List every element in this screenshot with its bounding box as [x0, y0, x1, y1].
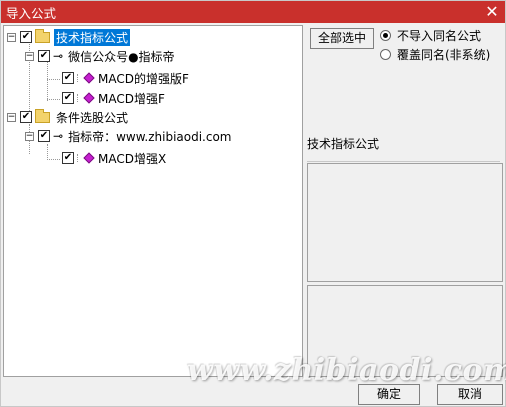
close-icon[interactable]: ✕ — [483, 3, 501, 21]
checkbox[interactable]: ✔ — [62, 92, 74, 104]
ok-button[interactable]: 确定 — [358, 384, 420, 405]
radio-label: 不导入同名公式 — [397, 29, 482, 43]
key-icon: ⊸ — [53, 129, 63, 143]
select-all-button[interactable]: 全部选中 — [310, 28, 374, 49]
radio-label: 覆盖同名(非系统) — [397, 48, 491, 62]
tree-node-formula[interactable]: ✔ MACD增强F — [62, 89, 167, 107]
watermark-text: www.zhibiaodi.com — [187, 353, 506, 388]
tree-node-stock-selection[interactable]: − ✔ 条件选股公式 — [7, 108, 130, 126]
category-text: 技术指标公式 — [307, 137, 380, 151]
tree-connector — [47, 159, 60, 160]
tree-node-formula[interactable]: ✔ MACD增强X — [62, 149, 168, 167]
key-icon: ⊸ — [53, 49, 63, 63]
checkbox[interactable]: ✔ — [20, 111, 32, 123]
formula-category-label: 技术指标公式 — [307, 135, 500, 162]
cancel-button[interactable]: 取消 — [437, 384, 503, 405]
collapse-icon[interactable]: − — [25, 51, 34, 61]
formula-icon — [77, 152, 95, 164]
checkbox[interactable]: ✔ — [62, 152, 74, 164]
tree-node-label: MACD增强X — [98, 151, 167, 166]
collapse-icon[interactable]: − — [7, 112, 16, 122]
folder-icon — [35, 28, 50, 43]
radio-overwrite[interactable]: 覆盖同名(非系统) — [380, 46, 490, 63]
radio-button[interactable] — [380, 49, 391, 60]
dialog-title: 导入公式 — [6, 5, 57, 21]
formula-icon — [77, 72, 95, 84]
formula-tree[interactable]: − ✔ 技术指标公式 − ✔ ⊸ 微信公众号●指标帝 ✔ MACD的增强版F ✔… — [3, 25, 303, 377]
tree-node-label: MACD增强F — [98, 91, 165, 106]
checkbox[interactable]: ✔ — [38, 130, 50, 142]
tree-connector — [47, 59, 48, 101]
radio-no-import[interactable]: 不导入同名公式 — [380, 27, 481, 44]
tree-connector — [47, 99, 60, 100]
formula-icon — [77, 92, 95, 104]
tree-connector — [47, 79, 60, 80]
tree-node-author-site[interactable]: − ✔ ⊸ 指标帝：www.zhibiaodi.com — [25, 127, 234, 145]
collapse-icon[interactable]: − — [25, 131, 34, 141]
collapse-icon[interactable]: − — [7, 32, 16, 42]
tree-node-label: 指标帝：www.zhibiaodi.com — [68, 129, 232, 144]
checkbox[interactable]: ✔ — [20, 31, 32, 43]
checkbox[interactable]: ✔ — [62, 72, 74, 84]
tree-node-label: 技术指标公式 — [54, 28, 131, 46]
formula-description-box — [307, 163, 503, 282]
tree-node-formula[interactable]: ✔ MACD的增强版F — [62, 69, 191, 87]
import-formula-dialog: 导入公式 ✕ − ✔ 技术指标公式 − ✔ ⊸ 微信公众号●指标帝 ✔ MACD — [0, 0, 506, 407]
folder-icon — [35, 108, 50, 123]
tree-node-label: 微信公众号●指标帝 — [68, 49, 175, 64]
checkbox[interactable]: ✔ — [38, 50, 50, 62]
tree-node-technical-indicators[interactable]: − ✔ 技术指标公式 — [7, 28, 131, 46]
tree-node-label: 条件选股公式 — [56, 110, 129, 125]
tree-node-author-wechat[interactable]: − ✔ ⊸ 微信公众号●指标帝 — [25, 47, 177, 65]
tree-connector — [47, 144, 48, 160]
tree-node-label: MACD的增强版F — [98, 71, 189, 86]
radio-button[interactable] — [380, 30, 391, 41]
title-bar: 导入公式 ✕ — [1, 1, 505, 23]
